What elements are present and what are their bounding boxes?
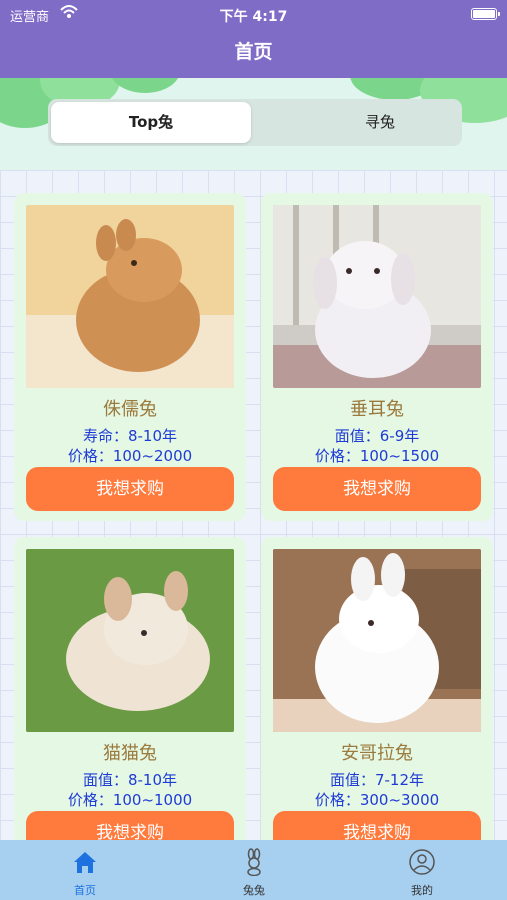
- clock: 下午 4:17: [219, 9, 288, 25]
- buy-button[interactable]: 我想求购: [26, 467, 234, 511]
- rabbit-lifespan: 面值：7-12年: [329, 771, 425, 789]
- rabbit-photo: [26, 549, 234, 732]
- tab-bar: 首页 兔兔 我的: [0, 840, 507, 900]
- rabbit-icon: [247, 848, 261, 876]
- rabbit-lifespan: 面值：6-9年: [334, 427, 420, 445]
- rabbit-card: 猫猫兔 面值：8-10年 价格：100~1000 我想求购: [14, 537, 246, 865]
- rabbit-photo: [26, 205, 234, 388]
- rabbit-name: 安哥拉兔: [341, 743, 413, 764]
- rabbit-name: 垂耳兔: [350, 399, 404, 420]
- segment-top-rabbit[interactable]: Top兔: [51, 102, 251, 143]
- buy-button[interactable]: 我想求购: [273, 467, 481, 511]
- tab-home[interactable]: 首页: [25, 840, 145, 900]
- rabbit-lifespan: 面值：8-10年: [82, 771, 178, 789]
- segmented-control: Top兔 寻兔: [48, 99, 462, 146]
- tab-label: 首页: [74, 884, 96, 897]
- rabbit-card: 安哥拉兔 面值：7-12年 价格：300~3000 我想求购: [261, 537, 493, 865]
- rabbit-price: 价格：100~2000: [67, 447, 193, 465]
- tab-label: 我的: [411, 884, 433, 897]
- segment-find-rabbit[interactable]: 寻兔: [302, 102, 458, 143]
- rabbit-name: 侏儒兔: [103, 399, 157, 420]
- rabbit-name: 猫猫兔: [103, 743, 157, 764]
- battery-icon: [471, 8, 500, 20]
- leaf-decoration: [110, 78, 180, 93]
- tab-label: 兔兔: [243, 884, 265, 897]
- page-title: 首页: [0, 28, 507, 78]
- rabbit-lifespan: 寿命：8-10年: [82, 427, 178, 445]
- rabbit-card: 垂耳兔 面值：6-9年 价格：100~1500 我想求购: [261, 193, 493, 521]
- status-bar: 运营商 下午 4:17: [0, 0, 507, 28]
- rabbit-card: 侏儒兔 寿命：8-10年 价格：100~2000 我想求购: [14, 193, 246, 521]
- rabbit-price: 价格：300~3000: [314, 791, 440, 809]
- rabbit-photo: [273, 549, 481, 732]
- rabbit-photo: [273, 205, 481, 388]
- home-icon: [74, 852, 96, 873]
- tab-rabbit[interactable]: 兔兔: [194, 840, 314, 900]
- rabbit-price: 价格：100~1000: [67, 791, 193, 809]
- profile-icon: [409, 849, 435, 875]
- tab-profile[interactable]: 我的: [362, 840, 482, 900]
- rabbit-price: 价格：100~1500: [314, 447, 440, 465]
